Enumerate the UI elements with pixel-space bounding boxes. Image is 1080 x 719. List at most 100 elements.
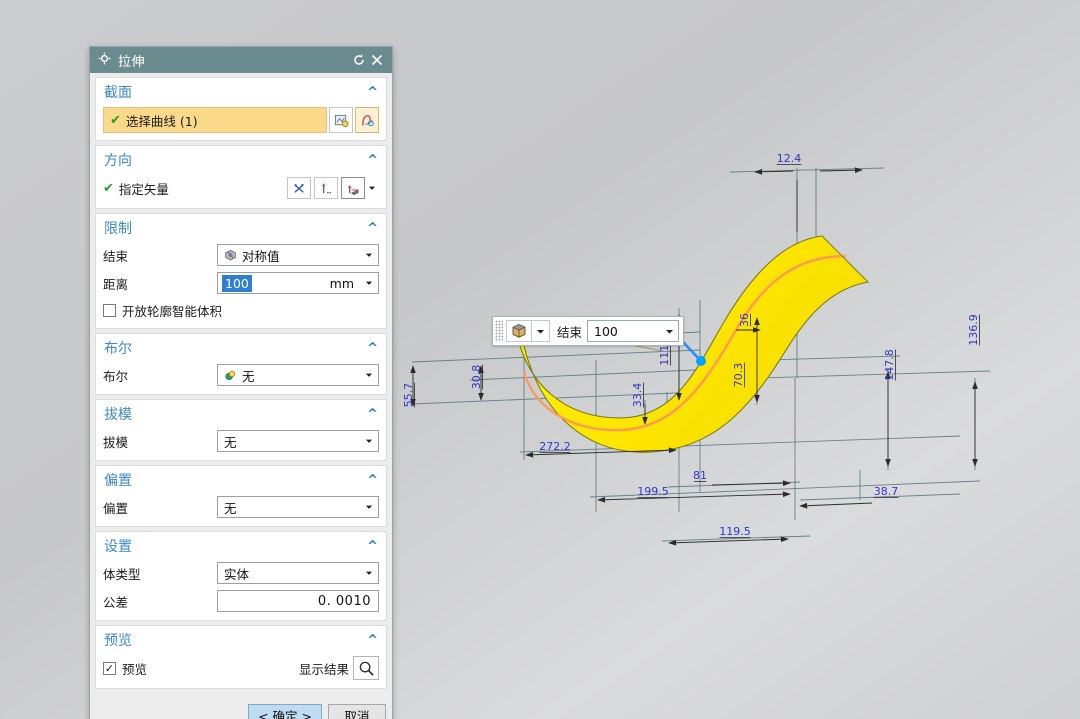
distance-caret-icon[interactable] [360, 279, 378, 287]
vector-constructor-icon[interactable] [341, 177, 365, 199]
body-type-caret-icon[interactable] [360, 569, 378, 577]
magnifier-icon[interactable] [353, 656, 379, 680]
dimension-d-70-3[interactable]: 70.3 [732, 363, 745, 388]
checkmark-icon: ✓ [105, 663, 114, 674]
preview-row[interactable]: ✓ 预览 显示结果 [103, 655, 379, 681]
infer-vector-icon[interactable] [314, 177, 338, 199]
dimension-d-119-5[interactable]: 119.5 [719, 525, 751, 538]
offset-caret-icon[interactable] [360, 503, 378, 511]
reset-icon[interactable] [350, 51, 368, 69]
body-type-label: 体类型 [103, 564, 217, 583]
symmetric-value-icon [224, 249, 237, 262]
open-profile-row[interactable]: 开放轮廓智能体积 [103, 299, 379, 321]
dimension-d-38-7[interactable]: 38.7 [874, 485, 899, 498]
dialog-footer: < 确定 > 取消 [90, 698, 392, 719]
chevron-up-icon[interactable]: ^ [367, 408, 378, 421]
group-limits-header[interactable]: 限制 ^ [96, 214, 386, 241]
group-offset-header[interactable]: 偏置 ^ [96, 466, 386, 493]
group-preview-header[interactable]: 预览 ^ [96, 626, 386, 653]
chevron-up-icon[interactable]: ^ [367, 86, 378, 99]
extrude-dialog[interactable]: 拉伸 截面 ^ [89, 46, 393, 719]
select-curve-field[interactable]: ✔ 选择曲线 (1) [103, 107, 327, 133]
dimension-d-136-9[interactable]: 136.9 [967, 314, 980, 346]
group-boolean: 布尔 ^ 布尔 [95, 333, 387, 395]
preview-checkbox[interactable]: ✓ [103, 662, 116, 675]
group-section-header[interactable]: 截面 ^ [96, 78, 386, 105]
group-preview-content: ✓ 预览 显示结果 [96, 653, 386, 688]
curve-collector-icon[interactable] [329, 107, 353, 133]
dimension-d-55-7[interactable]: 55.7 [402, 383, 415, 408]
group-draft-content: 拔模 无 [96, 427, 386, 460]
offset-select[interactable]: 无 [217, 496, 379, 518]
group-boolean-content: 布尔 无 [96, 361, 386, 394]
dimension-d-272-2[interactable]: 272.2 [539, 440, 571, 453]
check-icon: ✔ [103, 181, 114, 196]
close-icon[interactable] [368, 51, 386, 69]
body-type-row[interactable]: 体类型 实体 [103, 561, 379, 585]
cancel-button[interactable]: 取消 [328, 704, 386, 719]
end-type-select[interactable]: 对称值 [217, 244, 379, 266]
dimension-d-199-5[interactable]: 199.5 [637, 485, 669, 498]
group-draft-header[interactable]: 拔模 ^ [96, 400, 386, 427]
show-result-label: 显示结果 [299, 659, 349, 678]
group-settings-content: 体类型 实体 公差 0. 0010 [96, 559, 386, 620]
chevron-up-icon[interactable]: ^ [367, 474, 378, 487]
dimension-d-12-4[interactable]: 12.4 [777, 152, 802, 165]
specify-vector-row[interactable]: ✔ 指定矢量 [103, 175, 379, 201]
dimension-d-33-4[interactable]: 33.4 [631, 383, 644, 408]
chevron-up-icon[interactable]: ^ [367, 154, 378, 167]
body-type-select[interactable]: 实体 [217, 562, 379, 584]
draft-caret-icon[interactable] [360, 437, 378, 445]
sketch-section-icon[interactable] [355, 107, 379, 133]
end-type-row[interactable]: 结束 对称值 [103, 243, 379, 267]
dialog-body: 截面 ^ ✔ 选择曲线 (1) [90, 73, 392, 698]
solid-body-icon[interactable] [506, 320, 532, 342]
end-value-combo[interactable]: 100 [587, 320, 679, 342]
group-section: 截面 ^ ✔ 选择曲线 (1) [95, 77, 387, 141]
draft-label: 拔模 [103, 432, 217, 451]
tolerance-row[interactable]: 公差 0. 0010 [103, 589, 379, 613]
group-direction-content: ✔ 指定矢量 [96, 173, 386, 208]
distance-value: 100 [222, 275, 252, 292]
distance-label: 距离 [103, 274, 217, 293]
offset-label: 偏置 [103, 498, 217, 517]
group-boolean-header[interactable]: 布尔 ^ [96, 334, 386, 361]
distance-row[interactable]: 距离 100 mm [103, 271, 379, 295]
boolean-row[interactable]: 布尔 无 [103, 363, 379, 387]
ok-button[interactable]: < 确定 > [248, 704, 322, 719]
boolean-select[interactable]: 无 [217, 364, 379, 386]
group-offset-content: 偏置 无 [96, 493, 386, 526]
dimension-d-81[interactable]: 81 [693, 469, 707, 482]
end-type-caret-icon[interactable] [360, 251, 378, 259]
select-curve-row[interactable]: ✔ 选择曲线 (1) [103, 107, 379, 133]
group-direction-header[interactable]: 方向 ^ [96, 146, 386, 173]
dialog-titlebar[interactable]: 拉伸 [90, 47, 392, 73]
drag-grip-icon[interactable] [495, 320, 503, 342]
group-preview: 预览 ^ ✓ 预览 显示结果 [95, 625, 387, 689]
end-value-caret-icon[interactable] [660, 327, 678, 336]
end-type-value: 对称值 [218, 246, 360, 265]
group-settings-header[interactable]: 设置 ^ [96, 532, 386, 559]
boolean-caret-icon[interactable] [360, 371, 378, 379]
chevron-up-icon[interactable]: ^ [367, 540, 378, 553]
chevron-up-icon[interactable]: ^ [367, 222, 378, 235]
group-limits: 限制 ^ 结束 [95, 213, 387, 329]
draft-select[interactable]: 无 [217, 430, 379, 452]
tolerance-input[interactable]: 0. 0010 [217, 590, 379, 612]
chevron-up-icon[interactable]: ^ [367, 342, 378, 355]
open-profile-checkbox[interactable] [103, 304, 116, 317]
distance-input[interactable]: 100 mm [217, 272, 379, 294]
group-limits-content: 结束 对称值 [96, 241, 386, 328]
extrude-end-toolbar[interactable]: 结束 100 [492, 316, 684, 346]
group-direction: 方向 ^ ✔ 指定矢量 [95, 145, 387, 209]
select-curve-label: 选择曲线 (1) [126, 111, 198, 130]
dimension-d-30-8[interactable]: 30.8 [470, 365, 483, 390]
offset-row[interactable]: 偏置 无 [103, 495, 379, 519]
vector-dropdown-caret-icon[interactable] [365, 177, 379, 199]
draft-row[interactable]: 拔模 无 [103, 429, 379, 453]
chevron-up-icon[interactable]: ^ [367, 634, 378, 647]
body-type-dropdown-caret[interactable] [532, 320, 550, 342]
dimension-d-36[interactable]: 36 [738, 313, 751, 327]
dimension-d-147-8[interactable]: 147.8 [883, 349, 896, 381]
reverse-vector-icon[interactable] [287, 177, 311, 199]
